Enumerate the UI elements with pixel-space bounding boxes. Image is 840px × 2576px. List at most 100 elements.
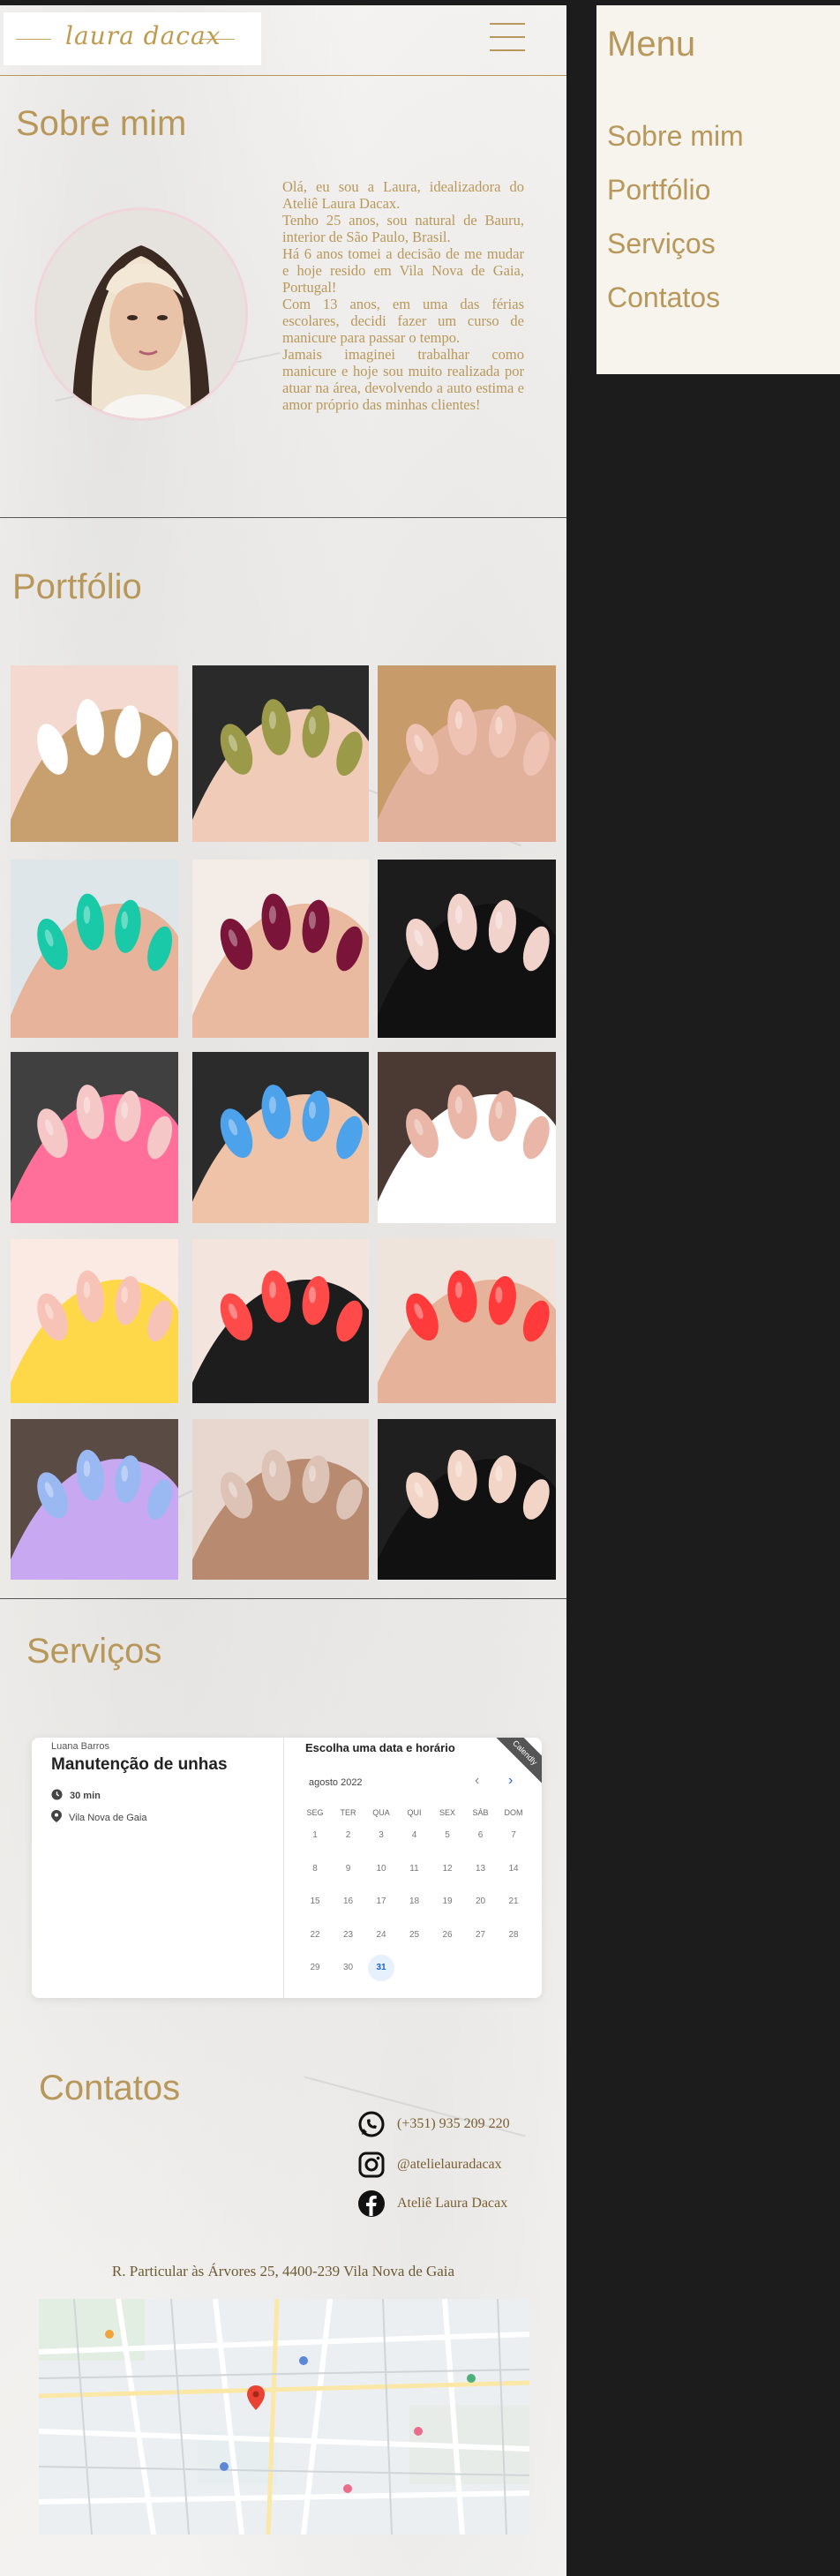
booking-service-name: Manutenção de unhas xyxy=(51,1755,228,1774)
calendar-day[interactable]: 1 xyxy=(302,1822,328,1849)
location-map[interactable] xyxy=(39,2299,529,2535)
portfolio-title: Portfólio xyxy=(12,567,142,606)
address: R. Particular às Árvores 25, 4400-239 Vi… xyxy=(111,2263,455,2279)
about-paragraph: Com 13 anos, em uma das férias escolares… xyxy=(282,296,524,346)
calendar-day[interactable]: 28 xyxy=(500,1922,527,1949)
calendar-day[interactable]: 9 xyxy=(335,1856,362,1882)
calendar-weekday: SEX xyxy=(439,1808,455,1817)
portfolio-photo-black-nude[interactable] xyxy=(378,1419,556,1580)
logo[interactable]: laura dacax xyxy=(4,12,261,65)
portfolio-photo-blue-almond[interactable] xyxy=(192,1052,369,1223)
contact-phone-text: (+351) 935 209 220 xyxy=(397,2116,510,2131)
contact-facebook[interactable]: Ateliê Laura Dacax xyxy=(356,2189,507,2219)
mobile-page: laura dacax Sobre mim Olá, eu sou a Laur… xyxy=(0,5,566,2576)
calendar-weekday: SÁB xyxy=(472,1808,489,1817)
menu-item-servicos[interactable]: Serviços xyxy=(607,228,716,260)
clock-icon xyxy=(51,1789,63,1803)
calendar-weekday: QUA xyxy=(372,1808,390,1817)
calendar-day[interactable]: 27 xyxy=(468,1922,494,1949)
portfolio-photo-red-square[interactable] xyxy=(378,1239,556,1403)
calendar-day[interactable]: 29 xyxy=(302,1955,328,1981)
portfolio-photo-black-geometric[interactable] xyxy=(378,860,556,1038)
menu-title: Menu xyxy=(607,25,696,64)
site-header: laura dacax xyxy=(0,5,566,76)
calendar-day[interactable]: 7 xyxy=(500,1822,527,1849)
about-text: Olá, eu sou a Laura, idealizadora do Ate… xyxy=(282,178,524,413)
whatsapp-icon xyxy=(356,2109,386,2139)
calendar-day[interactable]: 8 xyxy=(302,1856,328,1882)
portfolio-photo-french-white[interactable] xyxy=(11,665,178,842)
contacts-title: Contatos xyxy=(39,2069,181,2107)
about-paragraph: Jamais imaginei trabalhar como manicure … xyxy=(282,346,524,413)
calendar-day[interactable]: 6 xyxy=(468,1822,494,1849)
calendar-day-selected[interactable]: 31 xyxy=(368,1955,394,1981)
side-menu: Menu Sobre mim Portfólio Serviços Contat… xyxy=(596,5,840,374)
booking-widget: Calendly Luana Barros Manutenção de unha… xyxy=(32,1738,542,1998)
calendly-ribbon: Calendly xyxy=(490,1738,542,1788)
menu-item-sobre-mim[interactable]: Sobre mim xyxy=(607,120,744,153)
calendar-day[interactable]: 10 xyxy=(368,1856,394,1882)
portfolio-photo-nude-almond[interactable] xyxy=(378,665,556,842)
calendar-day[interactable]: 30 xyxy=(335,1955,362,1981)
calendar-day[interactable]: 17 xyxy=(368,1889,394,1915)
about-paragraph: Tenho 25 anos, sou natural de Bauru, int… xyxy=(282,212,524,245)
calendar-day[interactable]: 24 xyxy=(368,1922,394,1949)
booking-owner: Luana Barros xyxy=(51,1741,110,1752)
contact-instagram-text: @atelielauradacax xyxy=(397,2157,502,2172)
calendar-weekday: TER xyxy=(340,1808,356,1817)
logo-text: laura dacax xyxy=(65,21,221,50)
calendar-prev-button[interactable]: ‹ xyxy=(475,1773,479,1789)
menu-toggle-button[interactable] xyxy=(490,23,525,56)
calendar-day[interactable]: 5 xyxy=(434,1822,461,1849)
booking-calendar-title: Escolha uma data e horário xyxy=(305,1741,455,1754)
menu-item-contatos[interactable]: Contatos xyxy=(607,282,720,314)
calendar-day[interactable]: 11 xyxy=(401,1856,428,1882)
portfolio-photo-pink-french[interactable] xyxy=(11,1052,178,1223)
calendar-day[interactable]: 22 xyxy=(302,1922,328,1949)
duration-text: 30 min xyxy=(70,1791,101,1801)
contact-instagram[interactable]: @atelielauradacax xyxy=(356,2150,502,2180)
portfolio-photo-nude-glitter[interactable] xyxy=(192,1419,369,1580)
portfolio-photo-white-lines[interactable] xyxy=(378,1052,556,1223)
portfolio-photo-burgundy[interactable] xyxy=(192,860,369,1038)
calendar-day[interactable]: 26 xyxy=(434,1922,461,1949)
calendar-weekday: QUI xyxy=(407,1808,422,1817)
section-divider xyxy=(0,517,566,518)
calendar-day[interactable]: 18 xyxy=(401,1889,428,1915)
booking-details: Luana Barros Manutenção de unhas 30 min … xyxy=(32,1738,284,1998)
section-divider xyxy=(0,1598,566,1599)
calendar-day[interactable]: 12 xyxy=(434,1856,461,1882)
contact-facebook-text: Ateliê Laura Dacax xyxy=(397,2196,508,2211)
portfolio-photo-turquoise[interactable] xyxy=(11,860,178,1038)
calendar-day[interactable]: 15 xyxy=(302,1889,328,1915)
about-paragraph: Olá, eu sou a Laura, idealizadora do Ate… xyxy=(282,178,524,212)
calendar-day[interactable]: 23 xyxy=(335,1922,362,1949)
calendar-day[interactable]: 20 xyxy=(468,1889,494,1915)
calendar-day[interactable]: 25 xyxy=(401,1922,428,1949)
facebook-icon xyxy=(356,2189,386,2219)
location-text: Vila Nova de Gaia xyxy=(69,1812,147,1823)
calendar-day[interactable]: 14 xyxy=(500,1856,527,1882)
calendar-day[interactable]: 3 xyxy=(368,1822,394,1849)
calendar-next-button[interactable]: › xyxy=(508,1773,513,1789)
profile-photo xyxy=(37,210,245,418)
calendar-weekday: SEG xyxy=(306,1808,324,1817)
calendar-day[interactable]: 21 xyxy=(500,1889,527,1915)
contact-phone[interactable]: (+351) 935 209 220 xyxy=(356,2109,510,2139)
portfolio-photo-colorful-tips[interactable] xyxy=(11,1239,178,1403)
portfolio-photo-olive-polish[interactable] xyxy=(192,665,369,842)
instagram-icon xyxy=(356,2150,386,2180)
calendar-month: agosto 2022 xyxy=(309,1777,363,1788)
calendar-day[interactable]: 2 xyxy=(335,1822,362,1849)
portfolio-photo-pastel-stiletto[interactable] xyxy=(11,1419,178,1580)
calendar-weekday: DOM xyxy=(504,1808,523,1817)
booking-location: Vila Nova de Gaia xyxy=(51,1810,146,1825)
calendar-day[interactable]: 4 xyxy=(401,1822,428,1849)
calendar-day[interactable]: 19 xyxy=(434,1889,461,1915)
menu-item-portfolio[interactable]: Portfólio xyxy=(607,174,710,207)
services-title: Serviços xyxy=(26,1632,162,1671)
portfolio-photo-red-art[interactable] xyxy=(192,1239,369,1403)
calendar-day[interactable]: 16 xyxy=(335,1889,362,1915)
booking-duration: 30 min xyxy=(51,1789,101,1803)
calendar-day[interactable]: 13 xyxy=(468,1856,494,1882)
